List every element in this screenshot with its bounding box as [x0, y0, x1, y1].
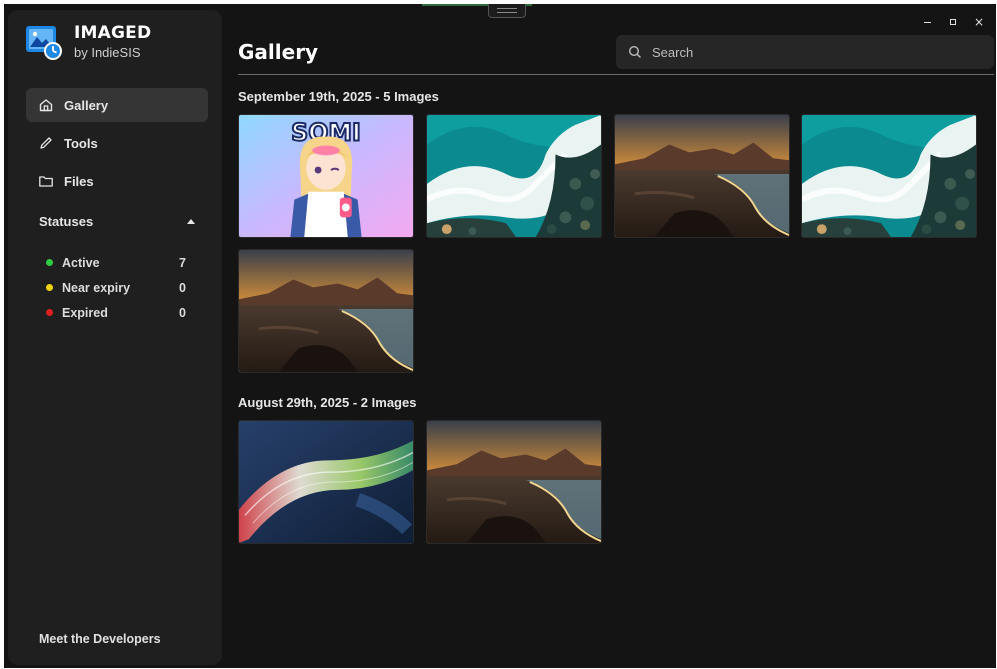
status-dot-icon: [46, 259, 53, 266]
sidebar-item-gallery[interactable]: Gallery: [26, 88, 208, 122]
gallery-image[interactable]: SOMI: [238, 114, 414, 238]
brand: IMAGED by IndieSIS: [24, 22, 151, 62]
sidebar-item-label: Files: [64, 173, 94, 189]
gallery-image[interactable]: [801, 114, 977, 238]
search-bar[interactable]: [616, 35, 994, 69]
sidebar-nav: Gallery Tools Files: [26, 88, 208, 202]
app-title: IMAGED: [74, 23, 152, 43]
app-subtitle: by IndieSIS: [74, 45, 141, 60]
folder-icon: [39, 176, 53, 187]
search-icon: [628, 45, 641, 58]
pencil-icon: [40, 137, 52, 149]
status-count: 0: [179, 280, 186, 295]
gallery-image[interactable]: [426, 420, 602, 544]
drag-handle[interactable]: [488, 4, 526, 18]
maximize-icon: [950, 19, 956, 25]
status-label: Expired: [62, 305, 108, 320]
maximize-button[interactable]: [940, 12, 966, 32]
sidebar-item-tools[interactable]: Tools: [26, 126, 208, 160]
status-row-expired[interactable]: Expired 0: [46, 300, 186, 325]
title-divider: [238, 74, 994, 75]
gallery-image[interactable]: [614, 114, 790, 238]
minimize-icon: [923, 21, 931, 23]
status-count: 7: [179, 255, 186, 270]
sidebar-item-label: Gallery: [64, 97, 109, 113]
status-label: Active: [62, 255, 100, 270]
meet-developers-link[interactable]: Meet the Developers: [39, 632, 161, 646]
status-label: Near expiry: [62, 280, 131, 295]
gallery-image[interactable]: [238, 249, 414, 373]
status-count: 0: [179, 305, 186, 320]
date-group-label: September 19th, 2025 - 5 Images: [238, 89, 439, 104]
chevron-up-icon: [187, 219, 195, 224]
sidebar-item-files[interactable]: Files: [26, 164, 208, 198]
close-button[interactable]: ×: [966, 12, 992, 32]
minimize-button[interactable]: [914, 12, 940, 32]
status-row-near-expiry[interactable]: Near expiry 0: [46, 275, 186, 300]
sidebar-item-label: Tools: [64, 135, 98, 151]
home-icon: [39, 99, 53, 112]
search-input[interactable]: [652, 44, 972, 60]
page-title: Gallery: [238, 40, 319, 64]
status-dot-icon: [46, 284, 53, 291]
date-group-label: August 29th, 2025 - 2 Images: [238, 395, 417, 410]
status-row-active[interactable]: Active 7: [46, 250, 186, 275]
gallery-image[interactable]: [238, 420, 414, 544]
window-controls: ×: [914, 12, 992, 32]
app-window: × IMAGED by IndieSIS Gallery Tools Files…: [4, 4, 996, 668]
close-icon: ×: [973, 15, 985, 29]
status-dot-icon: [46, 309, 53, 316]
statuses-toggle[interactable]: Statuses: [39, 214, 197, 229]
gallery-image[interactable]: [426, 114, 602, 238]
sidebar: IMAGED by IndieSIS Gallery Tools Files S…: [8, 10, 222, 665]
app-logo-icon: [24, 22, 64, 62]
status-list: Active 7 Near expiry 0 Expired 0: [46, 250, 186, 325]
statuses-label: Statuses: [39, 214, 94, 229]
